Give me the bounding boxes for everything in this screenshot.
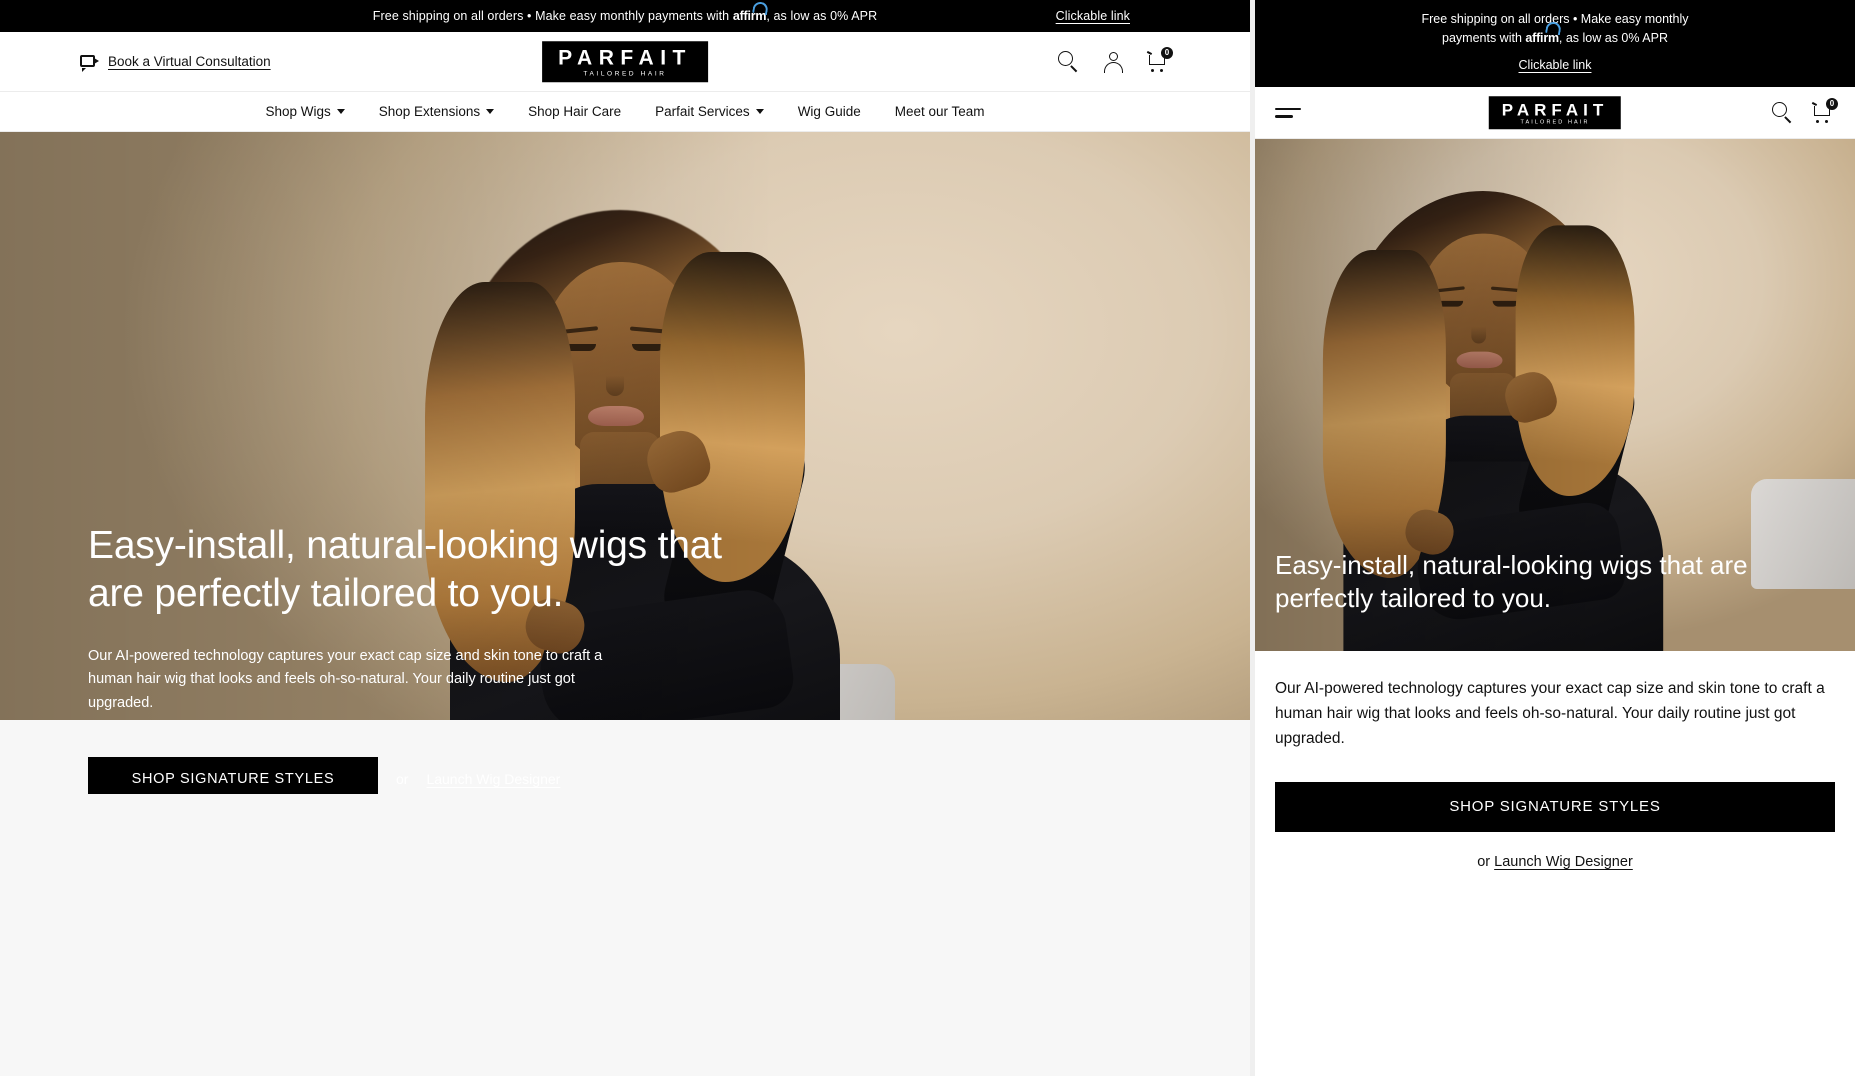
nav-label: Shop Extensions	[378, 104, 481, 119]
search-icon[interactable]	[1771, 101, 1794, 124]
announcement-suffix: , as low as 0% APR	[766, 9, 878, 23]
consultation-label: Book a Virtual Consultation	[108, 54, 271, 69]
mobile-hero-section: Easy-install, natural-looking wigs that …	[1255, 139, 1855, 652]
cart-icon[interactable]: 0	[1146, 47, 1173, 73]
mobile-secondary-action: or Launch Wig Designer	[1275, 854, 1835, 870]
mobile-announcement-clickable-link[interactable]: Clickable link	[1289, 56, 1821, 75]
nav-item-shop-hair-care[interactable]: Shop Hair Care	[528, 104, 621, 119]
nav-label: Meet our Team	[894, 104, 985, 119]
shop-signature-styles-button[interactable]: SHOP SIGNATURE STYLES	[88, 756, 378, 794]
mobile-hero-headline: Easy-install, natural-looking wigs that …	[1275, 549, 1748, 613]
affirm-arc-icon	[752, 0, 770, 16]
chevron-down-icon	[755, 109, 764, 114]
cart-count-badge: 0	[1826, 98, 1838, 111]
announcement-clickable-link[interactable]: Clickable link	[1056, 9, 1130, 23]
mobile-announcement-bar: Free shipping on all orders • Make easy …	[1255, 0, 1855, 88]
page-viewport: Free shipping on all orders • Make easy …	[0, 0, 1855, 1076]
mobile-announcement-prefix: payments with	[1442, 31, 1526, 46]
logo-tagline: TAILORED HAIR	[1520, 118, 1590, 125]
hero-headline: Easy-install, natural-looking wigs that …	[88, 524, 722, 615]
nav-item-parfait-services[interactable]: Parfait Services	[655, 104, 764, 119]
nav-item-shop-wigs[interactable]: Shop Wigs	[265, 104, 345, 119]
logo-wordmark: PARFAIT	[558, 45, 692, 69]
announcement-bar: Free shipping on all orders • Make easy …	[0, 0, 1250, 32]
video-camera-icon	[80, 54, 99, 72]
cart-count-badge: 0	[1161, 47, 1173, 59]
mobile-hero-copy: Our AI-powered technology captures your …	[1255, 651, 1855, 870]
site-header: Book a Virtual Consultation PARFAIT TAIL…	[0, 32, 1250, 92]
mobile-shop-signature-styles-button[interactable]: SHOP SIGNATURE STYLES	[1275, 781, 1835, 832]
primary-navigation: Shop Wigs Shop Extensions Shop Hair Care…	[0, 92, 1250, 132]
nav-item-wig-guide[interactable]: Wig Guide	[798, 104, 861, 119]
mobile-announcement-suffix: , as low as 0% APR	[1558, 31, 1668, 46]
nav-item-shop-extensions[interactable]: Shop Extensions	[378, 104, 495, 119]
chevron-down-icon	[486, 109, 495, 114]
affirm-logo: affirm	[733, 0, 770, 23]
logo-tagline: TAILORED HAIR	[583, 69, 667, 77]
or-separator-label: or	[1477, 853, 1491, 870]
mobile-launch-wig-designer-link[interactable]: Launch Wig Designer	[1494, 854, 1633, 870]
hamburger-menu-icon[interactable]	[1275, 103, 1301, 123]
hero-actions: SHOP SIGNATURE STYLES or Launch Wig Desi…	[88, 756, 728, 794]
or-separator-label: or	[396, 770, 409, 787]
header-icon-group: 0	[1057, 47, 1173, 73]
cart-icon[interactable]: 0	[1811, 98, 1838, 124]
nav-label: Shop Wigs	[265, 104, 331, 119]
launch-wig-designer-link[interactable]: Launch Wig Designer	[426, 771, 560, 787]
chevron-down-icon	[336, 109, 345, 114]
hero-copy: Easy-install, natural-looking wigs that …	[88, 522, 728, 794]
mobile-header-icon-group: 0	[1771, 98, 1838, 124]
nav-label: Wig Guide	[797, 104, 861, 119]
mobile-header: PARFAIT TAILORED HAIR 0	[1255, 87, 1855, 140]
announcement-prefix: Free shipping on all orders • Make easy …	[372, 9, 733, 23]
search-icon[interactable]	[1057, 50, 1080, 73]
site-logo[interactable]: PARFAIT TAILORED HAIR	[542, 40, 708, 83]
hero-body-text: Our AI-powered technology captures your …	[88, 648, 603, 711]
nav-label: Shop Hair Care	[528, 104, 622, 119]
mobile-hero-body-text: Our AI-powered technology captures your …	[1275, 680, 1825, 747]
nav-label: Parfait Services	[655, 104, 750, 119]
logo-wordmark: PARFAIT	[1501, 99, 1609, 119]
book-virtual-consultation-link[interactable]: Book a Virtual Consultation	[80, 54, 271, 72]
affirm-logo: affirm	[1525, 21, 1562, 48]
mobile-viewport: Free shipping on all orders • Make easy …	[1255, 0, 1855, 1076]
mobile-site-logo[interactable]: PARFAIT TAILORED HAIR	[1488, 95, 1622, 130]
account-icon[interactable]	[1102, 50, 1125, 73]
nav-item-meet-our-team[interactable]: Meet our Team	[895, 104, 985, 119]
desktop-viewport: Free shipping on all orders • Make easy …	[0, 0, 1250, 1076]
announcement-text: Free shipping on all orders • Make easy …	[372, 0, 878, 23]
hero-section: Easy-install, natural-looking wigs that …	[0, 132, 1250, 794]
